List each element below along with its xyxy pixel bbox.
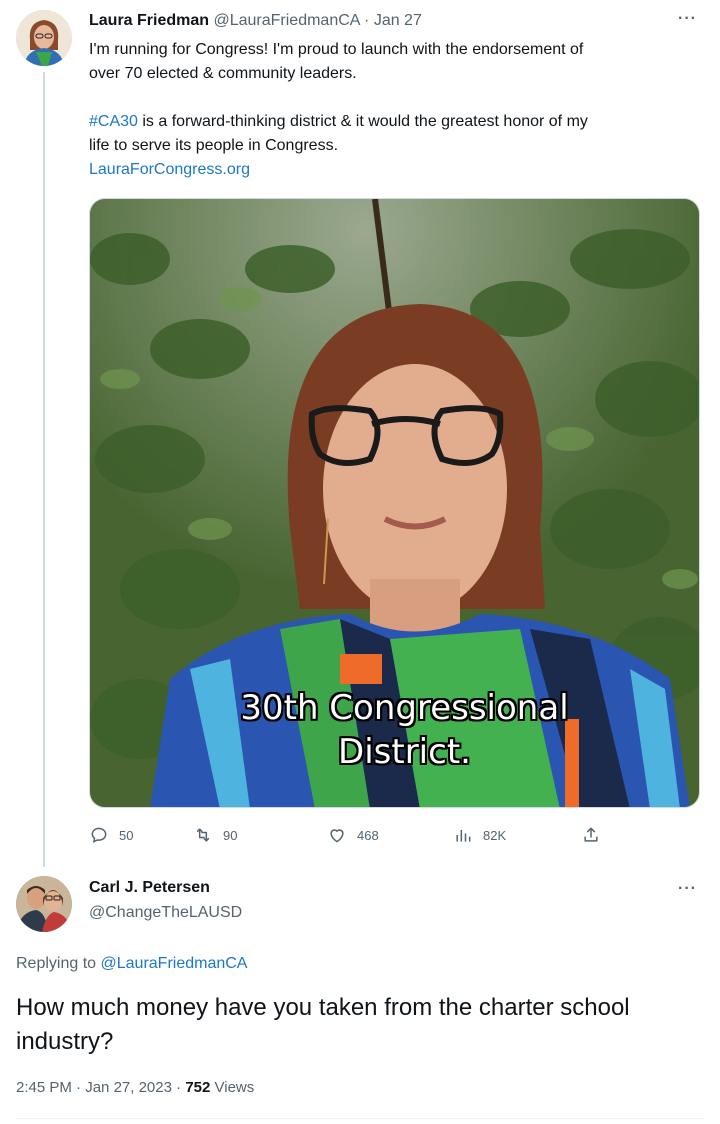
like-button[interactable]: 468 <box>327 822 379 848</box>
tweet-date[interactable]: Jan 27, 2023 <box>85 1079 172 1096</box>
tweet-text: How much money have you taken from the c… <box>16 994 630 1055</box>
separator: · <box>76 1079 82 1096</box>
divider <box>16 1118 704 1119</box>
retweet-icon <box>196 828 210 842</box>
website-link[interactable]: LauraForCongress.org <box>89 161 250 178</box>
replying-to: Replying to @LauraFriedmanCA <box>16 955 247 973</box>
more-icon[interactable]: ··· <box>678 880 697 898</box>
text-fragment: is a forward-thinking district & it woul… <box>137 113 588 130</box>
reply-button[interactable]: 50 <box>89 822 133 848</box>
avatar[interactable] <box>16 876 72 932</box>
text-line: #CA30 is a forward-thinking district & i… <box>89 110 699 134</box>
tweet-header: Laura Friedman @LauraFriedmanCA · Jan 27 <box>89 12 649 34</box>
views-count: 752 <box>185 1079 211 1096</box>
reply-count: 50 <box>119 827 134 843</box>
caption-line: District. <box>338 732 471 772</box>
like-icon <box>330 829 344 843</box>
replying-to-link[interactable]: @LauraFriedmanCA <box>101 955 248 972</box>
video-caption: 30th Congressional District. <box>90 686 699 774</box>
tweet-time[interactable]: 2:45 PM <box>16 1079 72 1096</box>
author-name[interactable]: Carl J. Petersen <box>89 879 210 897</box>
views-count: 82K <box>483 827 507 843</box>
separator: · <box>364 12 370 29</box>
share-button[interactable] <box>581 822 611 848</box>
author-handle[interactable]: @LauraFriedmanCA <box>213 12 359 29</box>
text-line: I'm running for Congress! I'm proud to l… <box>89 41 584 58</box>
reply-icon <box>91 827 107 843</box>
like-count: 468 <box>357 827 379 843</box>
tweet-actions: 50 90 468 82K <box>89 822 609 848</box>
views-button[interactable]: 82K <box>453 822 506 848</box>
views-label: Views <box>214 1079 255 1096</box>
tweet-text: I'm running for Congress! I'm proud to l… <box>89 38 699 182</box>
video-player[interactable]: 30th Congressional District. <box>89 198 700 808</box>
avatar[interactable] <box>16 10 72 66</box>
more-icon[interactable]: ··· <box>678 10 697 28</box>
retweet-button[interactable]: 90 <box>193 822 237 848</box>
views-icon <box>456 830 471 842</box>
tweet-date[interactable]: Jan 27 <box>374 12 422 29</box>
hashtag-link[interactable]: #CA30 <box>89 113 138 130</box>
retweet-count: 90 <box>223 827 238 843</box>
caption-line: 30th Congressional <box>240 688 569 728</box>
replying-prefix: Replying to <box>16 955 101 972</box>
thread-line <box>43 72 45 867</box>
author-handle[interactable]: @ChangeTheLAUSD <box>89 904 242 922</box>
share-icon <box>584 827 598 842</box>
tweet-meta: 2:45 PM · Jan 27, 2023 · 752 Views <box>16 1079 254 1096</box>
text-line: life to serve its people in Congress. <box>89 137 339 154</box>
text-line: over 70 elected & community leaders. <box>89 65 357 82</box>
separator: · <box>176 1079 182 1096</box>
author-name[interactable]: Laura Friedman <box>89 12 209 29</box>
